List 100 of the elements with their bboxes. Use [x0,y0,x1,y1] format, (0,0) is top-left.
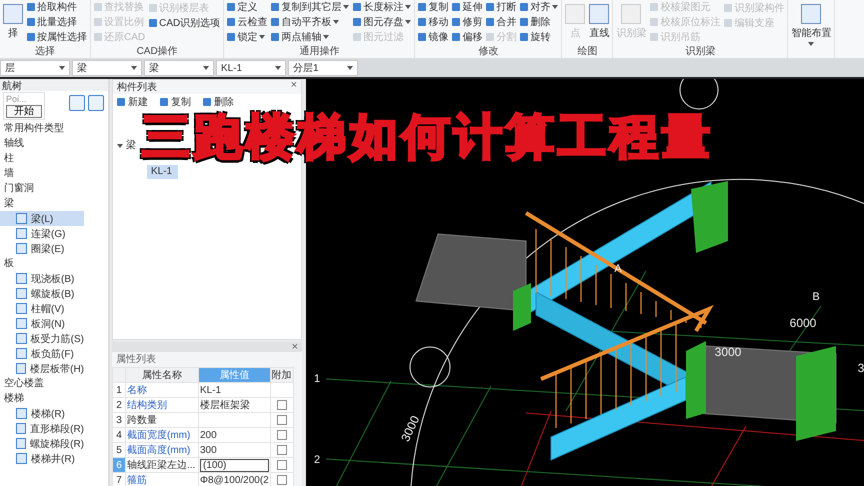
ribbon-button[interactable]: 批量选择 [27,14,87,30]
component-icon [16,303,27,314]
tree-item[interactable]: 直形梯段(R) [0,421,84,436]
tree-item[interactable]: 梁(L) [0,211,84,226]
value-field[interactable]: (100) [200,458,269,472]
caret-icon [59,66,65,70]
tool-icon [3,4,23,24]
table-cell: KL-1 [200,384,222,396]
ribbon-button[interactable]: 合并 [486,14,516,30]
ribbon-button[interactable]: 云检查 [227,14,268,30]
table-cell: Φ8@100/200(2 [200,474,269,486]
caret-icon [203,66,209,70]
column-header: 附加 [270,368,294,382]
dropdown[interactable]: 梁 [72,60,142,76]
ribbon-button[interactable]: 打断 [486,0,516,15]
toolbar-button[interactable]: 新建 [117,94,148,108]
component-icon [16,228,27,239]
toolbar-button[interactable]: 复制 [160,94,191,108]
group-label[interactable]: 识别梁 [685,46,716,57]
checkbox[interactable] [276,474,287,485]
ribbon-button[interactable]: 直线 [589,0,610,40]
tree-item[interactable]: 门窗洞 [0,181,108,196]
ribbon-button[interactable]: 复制到其它层 [271,0,350,15]
ribbon-button[interactable]: 图元存盘 [353,14,412,30]
checkbox[interactable] [276,460,287,470]
tree-item[interactable]: 柱帽(V) [0,301,84,316]
ribbon-button[interactable]: 长度标注 [353,0,412,15]
group-label[interactable]: 绘图 [577,46,598,57]
ribbon-button[interactable]: 锁定 [227,29,268,44]
ribbon-button[interactable]: 复制 [418,0,448,15]
caret-icon [131,66,137,70]
tree-item[interactable]: 柱 [0,151,108,166]
list-view-icon[interactable] [69,95,85,111]
row-number: 1 [112,382,126,398]
checkbox[interactable] [276,444,287,455]
dropdown[interactable]: KL-1 [216,60,286,76]
dropdown[interactable]: 分层1 [288,60,358,76]
tree-item[interactable]: 轴线 [0,136,108,151]
tree-item[interactable]: 梁 [113,139,139,153]
ribbon-button[interactable]: 镜像 [418,29,448,44]
group-label[interactable]: 通用操作 [299,46,340,57]
ribbon-button[interactable]: 偏移 [452,29,482,44]
tool-icon [589,4,610,24]
tree-item[interactable]: 连梁(G) [0,226,84,241]
tree-item[interactable]: 楼层板带(H) [0,361,84,376]
tree-item[interactable]: 板洞(N) [0,316,84,331]
ribbon-button[interactable]: 延伸 [452,0,482,15]
beam [691,181,728,253]
ribbon-button[interactable]: 择 [3,0,23,40]
tree-item[interactable]: 楼梯井(R) [0,451,84,466]
grid-view-icon[interactable] [88,95,104,111]
ribbon-button[interactable]: 按属性选择 [27,29,87,44]
ribbon-button[interactable]: 删除 [520,14,558,30]
component-icon [16,408,27,419]
tree-item[interactable]: 楼梯(R) [0,406,84,421]
ribbon-button[interactable]: CAD识别选项 [149,15,220,30]
ribbon-button[interactable]: 自动平齐板 [271,14,350,30]
ribbon-button[interactable]: 两点辅轴 [271,29,350,44]
close-icon[interactable]: × [292,342,298,353]
table-cell: 箍筋 [126,472,198,486]
ribbon-button[interactable]: 对齐 [520,0,558,15]
tree-item[interactable]: KL-1 [147,165,178,179]
tree-item[interactable]: 现浇板(B) [0,271,84,286]
table-cell: 300 [200,444,217,456]
tree-item[interactable]: 常用构件类型 [0,121,108,136]
dimension-label: 3000 [398,414,422,444]
tree-item[interactable]: 板 [0,256,108,271]
dimension-label: 6000 [790,316,816,330]
dropdown[interactable]: 梁 [144,60,214,76]
ribbon-button[interactable]: 旋转 [520,29,558,44]
tool-icon [160,98,168,106]
start-button[interactable]: 开始 [6,105,42,118]
caret-icon [347,66,353,70]
tree-item[interactable]: 螺旋梯段(R) [0,436,84,451]
caret-icon [275,66,281,70]
tree-item[interactable]: 螺旋板(B) [0,286,84,301]
tree-item[interactable]: 空心楼盖 [0,376,108,391]
table-cell: 轴线距梁左边... [126,458,198,472]
tool-icon [801,4,822,24]
checkbox[interactable] [276,430,287,440]
group-label[interactable]: 选择 [35,46,55,57]
ribbon-button[interactable]: 定义 [227,0,268,15]
dropdown[interactable]: 层 [0,60,70,76]
ribbon-button[interactable]: 移动 [418,14,448,30]
popup-text: Poi... [6,94,28,104]
close-icon[interactable]: × [290,80,297,91]
toolbar-button[interactable]: 删除 [203,94,234,108]
group-label[interactable]: 修改 [478,46,498,57]
checkbox[interactable] [276,400,287,410]
tree-item[interactable]: 楼梯 [0,391,108,406]
tree-item[interactable]: 圈梁(E) [0,241,84,256]
tree-item[interactable]: 墙 [0,166,108,181]
tree-item[interactable]: 梁 [0,196,108,211]
ribbon-button[interactable]: 智能布置 [791,0,832,46]
checkbox[interactable] [276,414,287,425]
group-label[interactable]: CAD操作 [136,46,178,57]
tree-item[interactable]: 板受力筋(S) [0,331,84,346]
ribbon-button[interactable]: 修剪 [452,14,482,30]
ribbon-button[interactable]: 拾取构件 [27,0,87,15]
tree-item[interactable]: 板负筋(F) [0,346,84,361]
